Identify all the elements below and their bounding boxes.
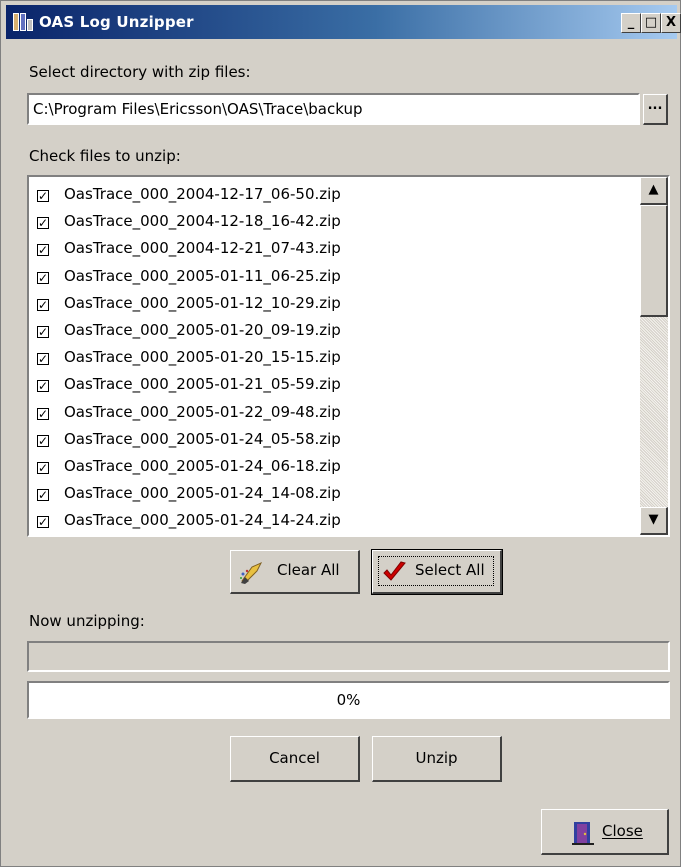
unzip-button[interactable]: Unzip	[372, 736, 502, 782]
arrow-up-icon: ▲	[648, 182, 659, 197]
directory-label: Select directory with zip files:	[29, 63, 251, 81]
file-checkbox[interactable]: ✓	[37, 380, 49, 393]
clear-all-label: Clear All	[277, 561, 340, 579]
select-all-label: Select All	[415, 561, 485, 579]
select-all-button[interactable]: Select All	[371, 549, 503, 595]
file-name: OasTrace_000_2005-01-12_10-29.zip	[64, 293, 341, 312]
file-list-item[interactable]: ✓ OasTrace_000_2005-01-24_14-24.zip	[37, 508, 341, 535]
file-name: OasTrace_000_2005-01-24_05-58.zip	[64, 429, 341, 448]
scroll-thumb[interactable]	[640, 205, 668, 317]
checkmark-icon	[383, 561, 406, 581]
file-name: OasTrace_000_2004-12-17_06-50.zip	[64, 185, 341, 203]
file-checkbox[interactable]: ✓	[37, 298, 49, 311]
file-list-item[interactable]: ✓ OasTrace_000_2004-12-17_06-50.zip	[37, 182, 341, 209]
file-list-item[interactable]: ✓ OasTrace_000_2004-12-18_16-42.zip	[37, 209, 341, 236]
eraser-icon	[240, 561, 263, 584]
vertical-scrollbar[interactable]: ▲ ▼	[640, 177, 668, 535]
file-checkbox[interactable]: ✓	[37, 217, 49, 230]
file-checkbox[interactable]: ✓	[37, 353, 49, 366]
files-label: Check files to unzip:	[29, 147, 181, 165]
clear-all-button[interactable]: Clear All	[230, 550, 360, 594]
file-list-item[interactable]: ✓ OasTrace_000_2005-01-20_15-15.zip	[37, 345, 341, 372]
file-list-item[interactable]: ✓ OasTrace_000_2005-01-12_10-29.zip	[37, 291, 341, 318]
file-list-item[interactable]: ✓ OasTrace_000_2005-01-24_06-18.zip	[37, 454, 341, 481]
close-button[interactable]: Close	[541, 809, 669, 855]
scroll-up-button[interactable]: ▲	[640, 177, 668, 205]
close-label: Close	[602, 822, 643, 840]
file-checkbox[interactable]: ✓	[37, 326, 49, 338]
minimize-icon: _	[627, 15, 635, 30]
title-bar[interactable]: OAS Log Unzipper _ □ X	[6, 5, 681, 39]
now-unzipping-label: Now unzipping:	[29, 612, 145, 630]
directory-path-input[interactable]: C:\Program Files\Ericsson\OAS\Trace\back…	[27, 93, 640, 125]
file-checkbox[interactable]: ✓	[37, 271, 49, 284]
file-name: OasTrace_000_2005-01-21_05-59.zip	[64, 375, 341, 394]
window-title: OAS Log Unzipper	[39, 13, 194, 31]
file-checkbox[interactable]: ✓	[37, 462, 49, 474]
close-window-button[interactable]: X	[661, 13, 681, 33]
file-list-item[interactable]: ✓ OasTrace_000_2005-01-22_09-48.zip	[37, 400, 341, 427]
scroll-down-button[interactable]: ▼	[640, 507, 668, 535]
file-list-item[interactable]: ✓ OasTrace_000_2005-01-24_14-08.zip	[37, 481, 341, 508]
door-exit-icon	[572, 822, 594, 845]
file-list-item[interactable]: ✓ OasTrace_000_2004-12-21_07-43.zip	[37, 236, 341, 263]
file-name: OasTrace_000_2005-01-24_14-08.zip	[64, 484, 341, 503]
file-checkbox[interactable]: ✓	[37, 244, 49, 257]
file-list-item[interactable]: ✓ OasTrace_000_2005-01-20_09-19.zip	[37, 318, 341, 345]
file-name: OasTrace_000_2005-01-22_09-48.zip	[64, 402, 341, 421]
file-name: OasTrace_000_2004-12-21_07-43.zip	[64, 239, 341, 258]
file-checklist[interactable]: ✓ OasTrace_000_2004-12-17_06-50.zip ✓ OasTr…	[27, 175, 670, 537]
file-list-item[interactable]: ✓ OasTrace_000_2005-01-21_05-59.zip	[37, 372, 341, 399]
file-checkbox[interactable]: ✓	[37, 190, 49, 202]
close-icon: X	[665, 15, 677, 30]
file-checkbox[interactable]: ✓	[37, 407, 49, 420]
unzip-label: Unzip	[415, 749, 458, 767]
ellipsis-icon: ...	[647, 98, 663, 113]
minimize-button[interactable]: _	[621, 13, 641, 33]
cancel-label: Cancel	[269, 749, 320, 767]
arrow-down-icon: ▼	[648, 512, 659, 527]
file-name: OasTrace_000_2005-01-24_06-18.zip	[64, 457, 341, 475]
file-checkbox[interactable]: ✓	[37, 434, 49, 447]
maximize-button[interactable]: □	[641, 13, 661, 33]
file-name: OasTrace_000_2005-01-20_15-15.zip	[64, 348, 341, 367]
file-checkbox[interactable]: ✓	[37, 516, 49, 529]
current-file-field	[27, 641, 670, 672]
browse-button[interactable]: ...	[643, 94, 668, 125]
file-name: OasTrace_000_2005-01-20_09-19.zip	[64, 321, 341, 339]
app-icon	[13, 13, 33, 31]
file-list-item[interactable]: ✓ OasTrace_000_2005-01-11_06-25.zip	[37, 264, 341, 291]
file-name: OasTrace_000_2005-01-24_14-24.zip	[64, 511, 341, 530]
cancel-button[interactable]: Cancel	[230, 736, 360, 782]
unzip-progress-bar: 0%	[27, 681, 670, 719]
progress-percent-text: 0%	[336, 691, 361, 709]
file-name: OasTrace_000_2004-12-18_16-42.zip	[64, 212, 341, 231]
unzipper-window: OAS Log Unzipper _ □ X Select directory …	[0, 0, 681, 867]
file-name: OasTrace_000_2005-01-11_06-25.zip	[64, 266, 341, 285]
maximize-icon: □	[644, 15, 658, 30]
file-checkbox[interactable]: ✓	[37, 489, 49, 502]
file-list-item[interactable]: ✓ OasTrace_000_2005-01-24_05-58.zip	[37, 427, 341, 454]
